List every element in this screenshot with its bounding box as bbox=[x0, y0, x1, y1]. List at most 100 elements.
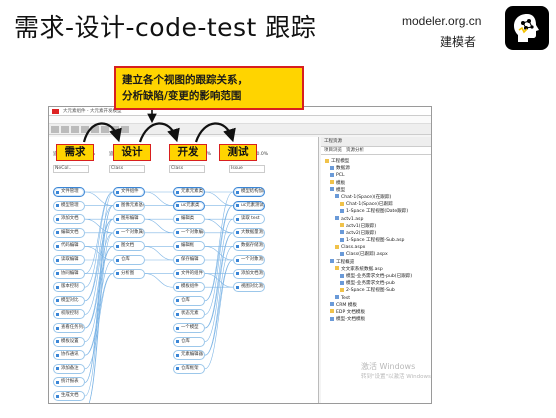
tab-resource-analysis[interactable]: 资源分析 bbox=[346, 147, 364, 154]
trace-node[interactable]: 文件组件 bbox=[113, 187, 145, 197]
tree-item[interactable]: CRM 模板 bbox=[325, 302, 431, 309]
brand-name: 建模者 bbox=[440, 35, 477, 49]
trace-node[interactable]: 模型结构加载 bbox=[233, 187, 265, 197]
tree-item-label: Test bbox=[341, 295, 351, 301]
trace-node[interactable]: 分析图 bbox=[113, 268, 145, 279]
trace-link bbox=[204, 191, 234, 206]
tree-item[interactable]: Test bbox=[325, 295, 431, 302]
trace-node[interactable]: 模型对比 bbox=[53, 295, 85, 306]
tree-item-label: 工程概览 bbox=[336, 259, 355, 265]
tree-item[interactable]: 1-Space 工程视图-Sub.asp bbox=[325, 237, 431, 244]
tree-item-label: 文文家系统数据.asp bbox=[341, 266, 383, 272]
trace-node[interactable]: 一个对象测试 bbox=[233, 255, 265, 265]
trace-node[interactable]: uc元素类 bbox=[173, 200, 205, 211]
activation-watermark: 激活 Windows 转到"设置"以激活 Windows。 bbox=[361, 362, 432, 380]
tool-icon[interactable] bbox=[121, 126, 129, 133]
trace-node[interactable]: 图文档 bbox=[113, 241, 145, 252]
trace-canvas[interactable]: 追溯 百分比: 14.0% 追溯 百分比: 33.0% 追溯 百分比: 21.3… bbox=[49, 137, 319, 403]
tree-item[interactable]: 模板 bbox=[325, 180, 431, 187]
trace-node[interactable]: 添加文档 bbox=[53, 214, 85, 225]
trace-node[interactable]: 仓库 bbox=[173, 295, 205, 306]
trace-node[interactable]: 查看任务列表 bbox=[53, 323, 85, 333]
tree-item[interactable]: Class(已跟踪).aspx bbox=[325, 251, 431, 258]
trace-node[interactable]: 文件管理 bbox=[53, 187, 85, 197]
tree-item[interactable]: 模型-业务需求文档-pub(已跟踪) bbox=[325, 273, 431, 280]
col4-select[interactable]: Issue bbox=[229, 165, 265, 173]
tree-item[interactable]: Chat-1(Space)(在跟踪) bbox=[325, 194, 431, 201]
trace-node[interactable]: 版本控制 bbox=[53, 282, 85, 293]
tree-item[interactable]: 数据源 bbox=[325, 165, 431, 172]
trace-node[interactable]: 协作通讯 bbox=[53, 350, 85, 361]
trace-node[interactable]: 协同编辑 bbox=[53, 268, 85, 279]
trace-node[interactable]: 添加备注 bbox=[53, 363, 85, 374]
tool-icon[interactable] bbox=[111, 126, 119, 133]
trace-node[interactable]: 权限控制 bbox=[53, 309, 85, 320]
trace-node[interactable]: 元素编辑器 bbox=[173, 350, 205, 361]
tab-project-browser[interactable]: 项目浏览 bbox=[324, 147, 342, 154]
trace-node[interactable]: 模型管理 bbox=[53, 200, 85, 211]
app-menubar[interactable] bbox=[49, 116, 431, 124]
trace-node[interactable]: 统计报表 bbox=[53, 377, 85, 388]
trace-node[interactable]: 仓库 bbox=[113, 255, 145, 265]
trace-node[interactable]: 视图对比测试 bbox=[233, 282, 265, 293]
tree-item[interactable]: 1-Space 工程视图(Date跟踪) bbox=[325, 208, 431, 215]
trace-node[interactable]: 大数据量测试 bbox=[233, 227, 265, 238]
tree-item[interactable]: 2-Space 工程视图-Sub bbox=[325, 287, 431, 294]
trace-node[interactable]: 一个对象属性 bbox=[113, 227, 145, 238]
trace-node[interactable]: 读取编辑 bbox=[53, 255, 85, 265]
trace-node[interactable]: 状态元素 bbox=[173, 309, 205, 320]
tree-item-label: CRM 模板 bbox=[336, 302, 358, 308]
tree-item[interactable]: 模型-文档模板 bbox=[325, 316, 431, 323]
tree-item[interactable]: EDP 文档模板 bbox=[325, 309, 431, 316]
trace-node[interactable]: 编辑类 bbox=[173, 214, 205, 225]
trace-node[interactable]: 添加文档测试 bbox=[233, 268, 265, 279]
project-panel-tabs: 项目浏览 资源分析 bbox=[321, 147, 431, 155]
trace-node[interactable]: 一个对象编辑框 bbox=[173, 227, 205, 238]
tree-item[interactable]: 工程概览 bbox=[325, 259, 431, 266]
app-toolbar[interactable] bbox=[49, 124, 431, 135]
tree-item[interactable]: actv2(已跟踪) bbox=[325, 230, 431, 237]
trace-node[interactable]: 编辑文档 bbox=[53, 227, 85, 238]
tree-item[interactable]: 文文家系统数据.asp bbox=[325, 266, 431, 273]
trace-node[interactable]: uc元素测试 bbox=[233, 200, 265, 211]
col1-select[interactable]: NeCol.. bbox=[53, 165, 89, 173]
trace-node[interactable]: 一个模型 bbox=[173, 323, 205, 333]
trace-node[interactable]: 保存编辑 bbox=[173, 255, 205, 265]
tree-item[interactable]: PCL bbox=[325, 172, 431, 179]
col2-select[interactable]: Class bbox=[109, 165, 145, 173]
tree-item[interactable]: Class.aspx bbox=[325, 244, 431, 251]
trace-node[interactable]: 仓库 bbox=[173, 336, 205, 347]
tree-item[interactable]: 模型 bbox=[325, 187, 431, 194]
tool-icon[interactable] bbox=[51, 126, 59, 133]
tree-item[interactable]: 工程模型 bbox=[325, 158, 431, 165]
col3-select[interactable]: Class bbox=[169, 165, 205, 173]
project-tree[interactable]: 工程模型 数据源 PCL 模板 模型 Chat-1(Space)(在跟踪) Chat-1(S… bbox=[321, 155, 431, 323]
tree-item[interactable]: 模型-业务需求文档-pub bbox=[325, 280, 431, 287]
file-icon bbox=[335, 194, 339, 199]
trace-node[interactable]: 文件的组件 bbox=[173, 268, 205, 279]
trace-node[interactable]: 仓库框架 bbox=[173, 363, 205, 374]
tool-icon[interactable] bbox=[81, 126, 89, 133]
tool-icon[interactable] bbox=[61, 126, 69, 133]
tool-icon[interactable] bbox=[71, 126, 79, 133]
trace-node[interactable]: 模板设置 bbox=[53, 336, 85, 347]
tree-item[interactable]: actv1.asp bbox=[325, 216, 431, 223]
trace-node[interactable]: 图形编辑 bbox=[113, 214, 145, 225]
trace-node[interactable]: 编辑框 bbox=[173, 241, 205, 252]
stage-development: 开发 bbox=[169, 144, 207, 161]
trace-node[interactable]: 代码编辑 bbox=[53, 241, 85, 252]
trace-node[interactable]: 模板组件 bbox=[173, 282, 205, 293]
trace-node[interactable]: 元素元素类 bbox=[173, 187, 205, 197]
tool-icon[interactable] bbox=[101, 126, 109, 133]
trace-node[interactable]: 图像元素基础 bbox=[113, 200, 145, 211]
tool-icon[interactable] bbox=[91, 126, 99, 133]
tree-item[interactable]: actv1(已跟踪) bbox=[325, 223, 431, 230]
trace-node[interactable]: 数据存储测试 bbox=[233, 241, 265, 252]
trace-node[interactable]: 生成文档 bbox=[53, 391, 85, 401]
trace-link bbox=[84, 259, 114, 356]
tree-item[interactable]: Chat-1(Space)已跟踪 bbox=[325, 201, 431, 208]
file-icon bbox=[340, 251, 344, 256]
file-icon bbox=[330, 302, 334, 307]
slide-title: 需求-设计-code-test 跟踪 bbox=[14, 13, 317, 42]
trace-node[interactable]: 读取 test bbox=[233, 214, 265, 225]
